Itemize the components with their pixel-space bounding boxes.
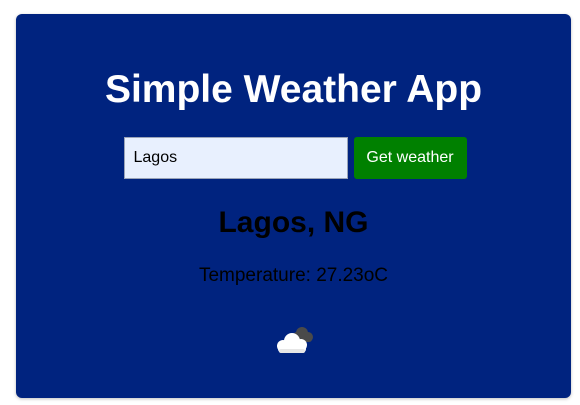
- search-form: Get weather: [16, 137, 571, 179]
- cloud-icon: [270, 324, 318, 356]
- temperature-text: Temperature: 27.23oC: [198, 265, 389, 286]
- weather-card: Simple Weather App Get weather Lagos, NG…: [16, 14, 571, 398]
- app-title: Simple Weather App: [104, 68, 483, 111]
- location-heading: Lagos, NG: [218, 206, 369, 239]
- city-input[interactable]: [123, 137, 348, 179]
- get-weather-button[interactable]: Get weather: [353, 137, 467, 179]
